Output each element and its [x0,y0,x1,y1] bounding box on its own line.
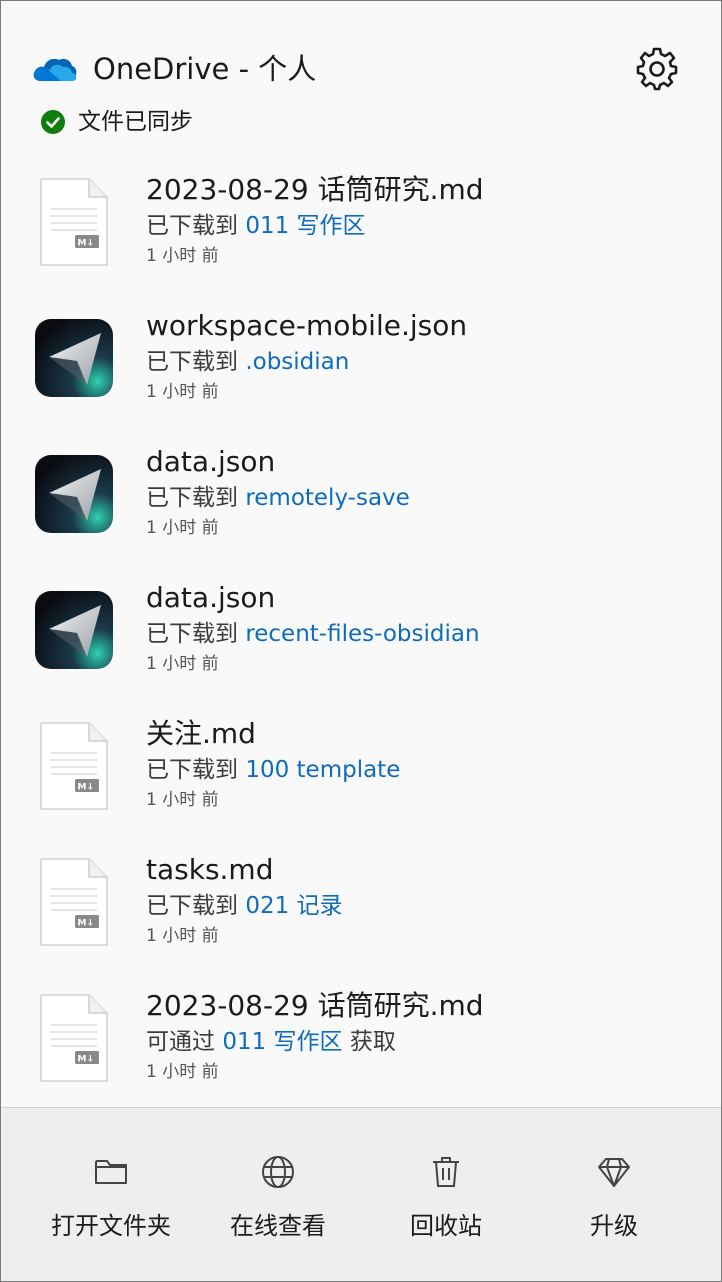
file-status: 已下载到 .obsidian [146,345,349,379]
file-name: 2023-08-29 话筒研究.md [146,173,484,206]
folder-link[interactable]: 021 记录 [245,893,342,919]
file-name: tasks.md [146,853,274,886]
svg-text:M↓: M↓ [78,239,95,249]
file-time: 1 小时 前 [146,518,219,538]
onedrive-cloud-icon [33,58,77,81]
upgrade-label: 升级 [590,1212,638,1240]
recycle-bin-button[interactable]: 回收站 [356,1108,536,1281]
status-prefix: 已下载到 [146,485,246,511]
file-status: 已下载到 100 template [146,753,400,787]
file-row[interactable]: M↓ 2023-08-29 话筒研究.md 已下载到 011 写作区 1 小时 … [1,157,721,293]
trash-icon [433,1157,459,1187]
onedrive-flyout: OneDrive - 个人 文件已同步 M↓ 2023-08-29 话筒研究.m… [0,0,722,1282]
status-prefix: 已下载到 [146,621,246,647]
folder-link[interactable]: remotely-save [245,485,409,511]
folder-icon [95,1160,127,1184]
svg-text:M↓: M↓ [78,919,95,929]
file-name: 关注.md [146,717,256,750]
view-online-button[interactable]: 在线查看 [188,1108,368,1281]
file-row[interactable]: M↓ tasks.md 已下载到 021 记录 1 小时 前 [1,837,721,973]
folder-link[interactable]: .obsidian [245,349,349,375]
globe-icon [262,1156,294,1188]
markdown-file-icon: M↓ [31,855,117,949]
file-name: 2023-08-29 话筒研究.md [146,989,484,1022]
recent-files-list: M↓ 2023-08-29 话筒研究.md 已下载到 011 写作区 1 小时 … [1,157,721,1109]
file-time: 1 小时 前 [146,382,219,402]
file-row[interactable]: M↓ 关注.md 已下载到 100 template 1 小时 前 [1,701,721,837]
file-time: 1 小时 前 [146,790,219,810]
file-row[interactable]: data.json 已下载到 recent-files-obsidian 1 小… [1,565,721,701]
status-prefix: 可通过 [146,1029,223,1055]
markdown-file-icon: M↓ [31,175,117,269]
file-time: 1 小时 前 [146,926,219,946]
obsidian-app-icon [31,447,117,541]
markdown-file-icon: M↓ [31,991,117,1085]
file-status: 已下载到 remotely-save [146,481,410,515]
file-status: 已下载到 021 记录 [146,889,343,923]
markdown-file-icon: M↓ [31,719,117,813]
status-suffix: 获取 [342,1029,396,1055]
file-time: 1 小时 前 [146,246,219,266]
app-title: OneDrive - 个人 [93,52,317,86]
open-folder-label: 打开文件夹 [51,1212,171,1240]
header: OneDrive - 个人 文件已同步 [1,1,721,161]
file-row[interactable]: data.json 已下载到 remotely-save 1 小时 前 [1,429,721,565]
file-name: data.json [146,581,276,614]
file-time: 1 小时 前 [146,1062,219,1082]
status-prefix: 已下载到 [146,893,246,919]
file-name: data.json [146,445,276,478]
folder-link[interactable]: 011 写作区 [245,213,365,239]
folder-link[interactable]: recent-files-obsidian [245,621,479,647]
file-time: 1 小时 前 [146,654,219,674]
view-online-label: 在线查看 [230,1212,326,1240]
upgrade-button[interactable]: 升级 [524,1108,704,1281]
gear-icon[interactable] [635,47,679,91]
svg-text:M↓: M↓ [78,1055,95,1065]
svg-text:M↓: M↓ [78,783,95,793]
sync-status: 文件已同步 [78,109,193,135]
obsidian-app-icon [31,583,117,677]
obsidian-app-icon [31,311,117,405]
folder-link[interactable]: 011 写作区 [222,1029,342,1055]
sync-check-icon [41,110,65,134]
status-prefix: 已下载到 [146,213,246,239]
diamond-icon [598,1158,630,1187]
open-folder-button[interactable]: 打开文件夹 [21,1108,201,1281]
status-prefix: 已下载到 [146,349,246,375]
status-prefix: 已下载到 [146,757,246,783]
bottom-toolbar: 打开文件夹 在线查看 回收站 升级 [1,1107,721,1281]
file-row[interactable]: workspace-mobile.json 已下载到 .obsidian 1 小… [1,293,721,429]
file-status: 可通过 011 写作区 获取 [146,1025,396,1059]
file-status: 已下载到 011 写作区 [146,209,366,243]
folder-link[interactable]: 100 template [245,757,400,783]
file-status: 已下载到 recent-files-obsidian [146,617,480,651]
file-name: workspace-mobile.json [146,309,468,342]
file-row[interactable]: M↓ 2023-08-29 话筒研究.md 可通过 011 写作区 获取 1 小… [1,973,721,1109]
recycle-bin-label: 回收站 [410,1212,482,1240]
